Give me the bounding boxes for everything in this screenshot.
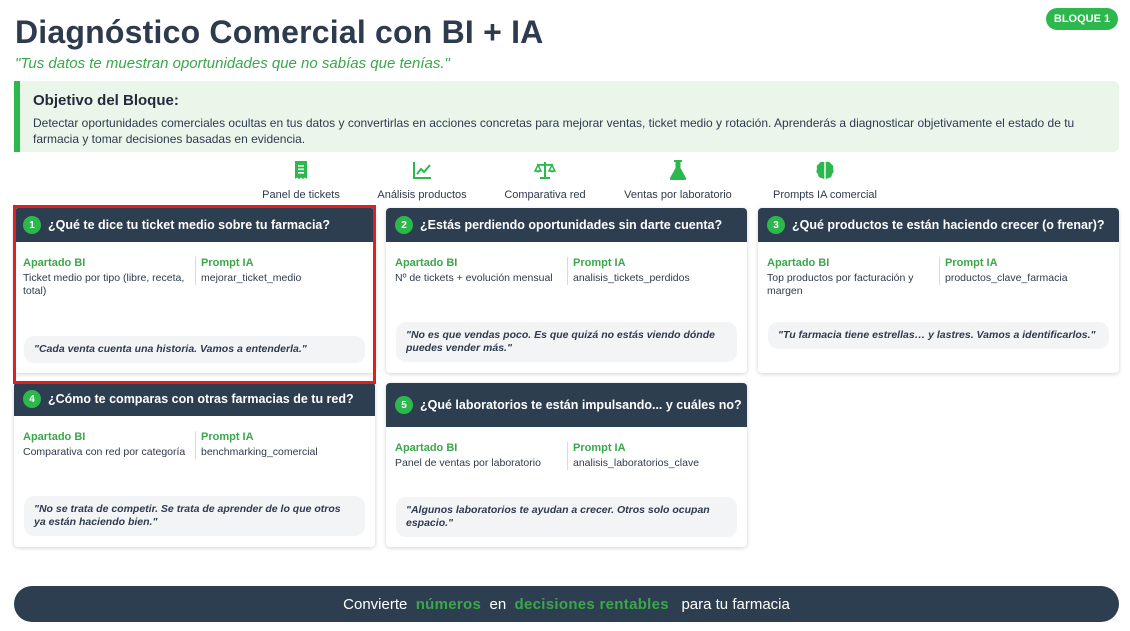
footer-text-3: para tu farmacia — [681, 595, 790, 613]
block-badge: BLOQUE 1 — [1046, 8, 1118, 30]
receipt-icon — [295, 161, 307, 179]
bi-section: Apartado BI Panel de ventas por laborato… — [395, 442, 560, 470]
page-subtitle: "Tus datos te muestran oportunidades que… — [15, 55, 450, 72]
card-title: ¿Estás perdiendo oportunidades sin darte… — [420, 218, 723, 232]
ia-label: Prompt IA — [201, 431, 254, 443]
footer-highlight-2: decisiones rentables — [514, 595, 669, 613]
bi-section: Apartado BI Ticket medio por tipo (libre… — [23, 257, 188, 298]
bi-section: Apartado BI Nº de tickets + evolución me… — [395, 257, 560, 285]
objective-box: Objetivo del Bloque: Detectar oportunida… — [14, 81, 1119, 152]
bi-label: Apartado BI — [23, 257, 86, 269]
card-header: 1 ¿Qué te dice tu ticket medio sobre tu … — [14, 208, 375, 242]
card-header: 5 ¿Qué laboratorios te están impulsando.… — [386, 383, 747, 427]
nav-item-comparativa-red[interactable]: Comparativa red — [475, 159, 615, 203]
bi-section: Apartado BI Top productos por facturació… — [767, 257, 932, 298]
card-header: 4 ¿Cómo te comparas con otras farmacias … — [14, 382, 375, 416]
card-header: 3 ¿Qué productos te están haciendo crece… — [758, 208, 1119, 242]
bi-label: Apartado BI — [395, 257, 458, 269]
bi-label: Apartado BI — [395, 442, 458, 454]
ia-label: Prompt IA — [945, 257, 998, 269]
card-quote: "No se trata de competir. Se trata de ap… — [24, 496, 365, 536]
ia-text: analisis_tickets_perdidos — [573, 272, 690, 284]
bi-text: Comparativa con red por categoría — [23, 446, 186, 458]
objective-title: Objetivo del Bloque: — [33, 92, 179, 109]
card-number: 5 — [395, 396, 413, 414]
ia-text: productos_clave_farmacia — [945, 272, 1068, 284]
bi-text: Nº de tickets + evolución mensual — [395, 272, 553, 284]
nav-label: Ventas por laboratorio — [624, 189, 732, 201]
bi-text: Panel de ventas por laboratorio — [395, 457, 541, 469]
footer-text-1: Convierte — [343, 595, 408, 613]
nav-label: Prompts IA comercial — [773, 189, 877, 201]
footer-banner: Convierte números en decisiones rentable… — [14, 586, 1119, 622]
flask-icon — [669, 160, 687, 180]
ia-section: Prompt IA analisis_tickets_perdidos — [567, 257, 737, 285]
question-card-5[interactable]: 5 ¿Qué laboratorios te están impulsando.… — [386, 383, 747, 547]
card-quote: "No es que vendas poco. Es que quizá no … — [396, 322, 737, 362]
page-title: Diagnóstico Comercial con BI + IA — [15, 14, 544, 50]
ia-label: Prompt IA — [201, 257, 254, 269]
card-number: 4 — [23, 390, 41, 408]
question-card-2[interactable]: 2 ¿Estás perdiendo oportunidades sin dar… — [386, 208, 747, 373]
nav-item-analisis-productos[interactable]: Análisis productos — [352, 159, 492, 203]
objective-text: Detectar oportunidades comerciales ocult… — [33, 116, 1075, 146]
card-number: 2 — [395, 216, 413, 234]
card-title: ¿Cómo te comparas con otras farmacias de… — [48, 392, 354, 406]
bi-section: Apartado BI Comparativa con red por cate… — [23, 431, 188, 459]
footer-highlight-1: números — [415, 595, 482, 613]
ia-section: Prompt IA benchmarking_comercial — [195, 431, 365, 459]
ia-label: Prompt IA — [573, 257, 626, 269]
card-header: 2 ¿Estás perdiendo oportunidades sin dar… — [386, 208, 747, 242]
ia-text: analisis_laboratorios_clave — [573, 457, 700, 469]
ia-section: Prompt IA productos_clave_farmacia — [939, 257, 1109, 285]
card-title: ¿Qué laboratorios te están impulsando...… — [420, 398, 742, 412]
card-quote: "Cada venta cuenta una historia. Vamos a… — [24, 336, 365, 363]
card-title: ¿Qué te dice tu ticket medio sobre tu fa… — [48, 218, 331, 232]
bi-text: Top productos por facturación y margen — [767, 272, 914, 297]
section-nav: Panel de tickets Análisis productos Comp… — [0, 159, 1130, 201]
ia-section: Prompt IA analisis_laboratorios_clave — [567, 442, 737, 470]
nav-item-prompts-ia[interactable]: Prompts IA comercial — [755, 159, 895, 203]
ia-text: mejorar_ticket_medio — [201, 272, 302, 284]
nav-label: Análisis productos — [377, 189, 467, 201]
bi-label: Apartado BI — [767, 257, 830, 269]
card-quote: "Tu farmacia tiene estrellas… y lastres.… — [768, 322, 1109, 349]
footer-text-2: en — [489, 595, 507, 613]
nav-item-panel-tickets[interactable]: Panel de tickets — [231, 159, 371, 203]
nav-label: Comparativa red — [504, 189, 586, 201]
bi-text: Ticket medio por tipo (libre, receta, to… — [23, 272, 185, 297]
question-card-4[interactable]: 4 ¿Cómo te comparas con otras farmacias … — [14, 382, 375, 547]
card-title: ¿Qué productos te están haciendo crecer … — [792, 218, 1105, 232]
ia-text: benchmarking_comercial — [201, 446, 318, 458]
balance-scale-icon — [534, 162, 556, 179]
question-card-3[interactable]: 3 ¿Qué productos te están haciendo crece… — [758, 208, 1119, 373]
question-card-1[interactable]: 1 ¿Qué te dice tu ticket medio sobre tu … — [14, 208, 375, 373]
brain-icon — [816, 161, 834, 179]
bi-label: Apartado BI — [23, 431, 86, 443]
card-number: 3 — [767, 216, 785, 234]
nav-item-ventas-laboratorio[interactable]: Ventas por laboratorio — [608, 159, 748, 203]
line-chart-icon — [413, 162, 431, 179]
card-number: 1 — [23, 216, 41, 234]
ia-label: Prompt IA — [573, 442, 626, 454]
ia-section: Prompt IA mejorar_ticket_medio — [195, 257, 365, 285]
card-quote: "Algunos laboratorios te ayudan a crecer… — [396, 497, 737, 537]
nav-label: Panel de tickets — [262, 189, 340, 201]
